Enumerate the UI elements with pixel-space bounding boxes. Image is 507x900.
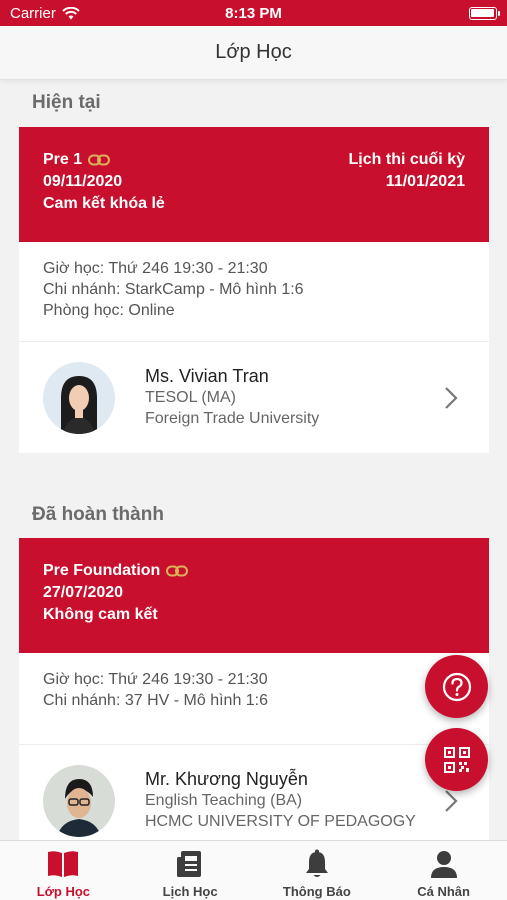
teacher-school: Foreign Trade University: [145, 410, 320, 427]
tab-classes[interactable]: Lớp Học: [0, 841, 127, 900]
completed-class-card[interactable]: Pre Foundation 27/07/2020 Không cam kết …: [19, 538, 489, 840]
class-start-date: 27/07/2020: [43, 584, 124, 601]
teacher-name: Mr. Khương Nguyễn: [145, 769, 308, 789]
class-schedule: Giờ học: Thứ 246 19:30 - 21:30: [43, 260, 268, 277]
current-class-card[interactable]: Pre 1 09/11/2020 Cam kết khóa lẻ Lịch th…: [19, 127, 489, 453]
link-icon: [166, 565, 189, 577]
tab-label: Thông Báo: [282, 884, 351, 899]
class-branch: Chi nhánh: StarkCamp - Mô hình 1:6: [43, 281, 304, 298]
tab-bar: Lớp Học Lịch Học Thông Báo Cá Nhân: [0, 840, 507, 900]
teacher-avatar: [43, 764, 115, 837]
tab-label: Cá Nhân: [417, 884, 470, 899]
tab-profile[interactable]: Cá Nhân: [380, 841, 507, 900]
exam-date: 11/01/2021: [385, 173, 465, 190]
person-icon: [430, 851, 457, 878]
status-bar: Carrier 8:13 PM: [0, 0, 507, 26]
current-class-header[interactable]: Pre 1 09/11/2020 Cam kết khóa lẻ Lịch th…: [19, 127, 489, 242]
teacher-avatar: [43, 361, 115, 434]
question-icon: [442, 672, 471, 701]
teacher-name: Ms. Vivian Tran: [145, 366, 269, 386]
class-info: Giờ học: Thứ 246 19:30 - 21:30 Chi nhánh…: [19, 242, 489, 342]
page-title: Lớp Học: [215, 41, 292, 63]
tab-label: Lớp Học: [36, 884, 91, 899]
clock: 8:13 PM: [225, 4, 282, 22]
tab-label: Lịch Học: [162, 884, 218, 899]
teacher-degree: TESOL (MA): [145, 389, 236, 406]
class-room: Phòng học: Online: [43, 302, 175, 319]
class-branch: Chi nhánh: 37 HV - Mô hình 1:6: [43, 692, 269, 709]
qr-scan-button[interactable]: [425, 728, 488, 791]
tab-schedule[interactable]: Lịch Học: [127, 841, 254, 900]
teacher-school: HCMC UNIVERSITY OF PEDAGOGY: [145, 813, 416, 830]
link-icon: [88, 154, 111, 166]
class-info: Giờ học: Thứ 246 19:30 - 21:30 Chi nhánh…: [19, 653, 489, 745]
chevron-right-icon[interactable]: [443, 789, 459, 813]
class-list[interactable]: Hiện tại Pre 1 09/11/2020 Cam kết khóa l…: [0, 80, 507, 840]
wifi-icon: [62, 6, 80, 19]
battery-icon: [468, 6, 500, 20]
class-name: Pre Foundation: [43, 562, 161, 579]
schedule-icon: [177, 851, 202, 877]
qr-code-icon: [443, 746, 470, 773]
nav-bar: Lớp Học: [0, 26, 507, 80]
section-completed-title: Đã hoàn thành: [32, 504, 164, 525]
carrier-label: Carrier: [10, 4, 56, 22]
help-button[interactable]: [425, 655, 488, 718]
bell-icon: [305, 849, 328, 877]
chevron-right-icon[interactable]: [443, 386, 459, 410]
book-icon: [48, 851, 79, 877]
teacher-row[interactable]: Mr. Khương Nguyễn English Teaching (BA) …: [19, 745, 489, 840]
class-commitment: Không cam kết: [43, 606, 158, 623]
class-commitment: Cam kết khóa lẻ: [43, 195, 165, 212]
section-current-title: Hiện tại: [32, 92, 101, 113]
class-name: Pre 1: [43, 151, 83, 168]
class-schedule: Giờ học: Thứ 246 19:30 - 21:30: [43, 671, 268, 688]
teacher-row[interactable]: Ms. Vivian Tran TESOL (MA) Foreign Trade…: [19, 342, 489, 453]
tab-notifications[interactable]: Thông Báo: [254, 841, 381, 900]
completed-class-header[interactable]: Pre Foundation 27/07/2020 Không cam kết: [19, 538, 489, 653]
exam-label: Lịch thi cuối kỳ: [348, 151, 465, 168]
teacher-degree: English Teaching (BA): [145, 792, 303, 809]
